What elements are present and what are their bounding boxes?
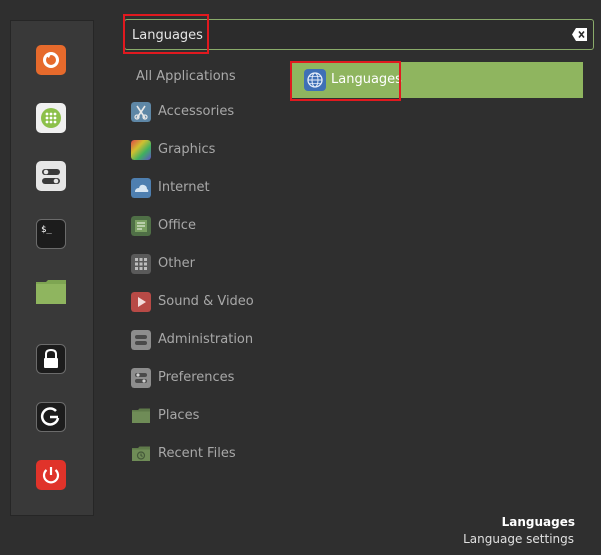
software-manager-icon[interactable] bbox=[36, 103, 66, 133]
preferences-icon bbox=[131, 368, 151, 388]
administration-icon bbox=[131, 330, 151, 350]
application-menu: $_ Languages All Applications Accessorie… bbox=[0, 0, 601, 555]
search-result-languages[interactable]: Languages bbox=[292, 62, 583, 98]
category-label: Accessories bbox=[158, 104, 235, 119]
graphics-icon bbox=[131, 140, 151, 160]
category-preferences[interactable]: Preferences bbox=[131, 368, 281, 390]
svg-text:$_: $_ bbox=[41, 225, 52, 235]
power-icon[interactable] bbox=[36, 460, 66, 490]
description-title: Languages bbox=[501, 515, 575, 529]
category-graphics[interactable]: Graphics bbox=[131, 140, 281, 162]
favorites-sidebar: $_ bbox=[10, 20, 94, 516]
category-places[interactable]: Places bbox=[131, 406, 281, 428]
category-all-applications[interactable]: All Applications bbox=[136, 69, 236, 84]
places-folder-icon bbox=[132, 408, 150, 423]
office-icon bbox=[131, 216, 151, 236]
recent-files-icon bbox=[132, 446, 150, 461]
category-recent-files[interactable]: Recent Files bbox=[131, 444, 281, 466]
language-globe-icon bbox=[304, 69, 326, 91]
category-label: Internet bbox=[158, 180, 210, 195]
category-label: Graphics bbox=[158, 142, 216, 157]
category-label: Preferences bbox=[158, 370, 235, 385]
accessories-icon bbox=[131, 102, 151, 122]
category-label: Sound & Video bbox=[158, 294, 254, 309]
sound-video-icon bbox=[131, 292, 151, 312]
folder-icon[interactable] bbox=[35, 277, 67, 307]
category-administration[interactable]: Administration bbox=[131, 330, 281, 352]
lock-icon[interactable] bbox=[36, 344, 66, 374]
category-label: Recent Files bbox=[158, 446, 236, 461]
description-subtitle: Language settings bbox=[463, 532, 574, 546]
category-internet[interactable]: Internet bbox=[131, 178, 281, 200]
category-accessories[interactable]: Accessories bbox=[131, 102, 281, 124]
internet-icon bbox=[131, 178, 151, 198]
search-input[interactable] bbox=[132, 23, 552, 47]
category-sound-video[interactable]: Sound & Video bbox=[131, 292, 281, 314]
firefox-icon[interactable] bbox=[36, 45, 66, 75]
category-label: Places bbox=[158, 408, 200, 423]
result-label: Languages bbox=[331, 72, 402, 87]
settings-toggle-icon[interactable] bbox=[36, 161, 66, 191]
category-label: Administration bbox=[158, 332, 254, 347]
category-other[interactable]: Other bbox=[131, 254, 281, 276]
category-label: Office bbox=[158, 218, 196, 233]
logout-icon[interactable] bbox=[36, 402, 66, 432]
backspace-icon[interactable] bbox=[572, 28, 587, 41]
category-label: Other bbox=[158, 256, 195, 271]
terminal-icon[interactable]: $_ bbox=[36, 219, 66, 249]
search-box bbox=[124, 19, 594, 50]
other-icon bbox=[131, 254, 151, 274]
category-office[interactable]: Office bbox=[131, 216, 281, 238]
